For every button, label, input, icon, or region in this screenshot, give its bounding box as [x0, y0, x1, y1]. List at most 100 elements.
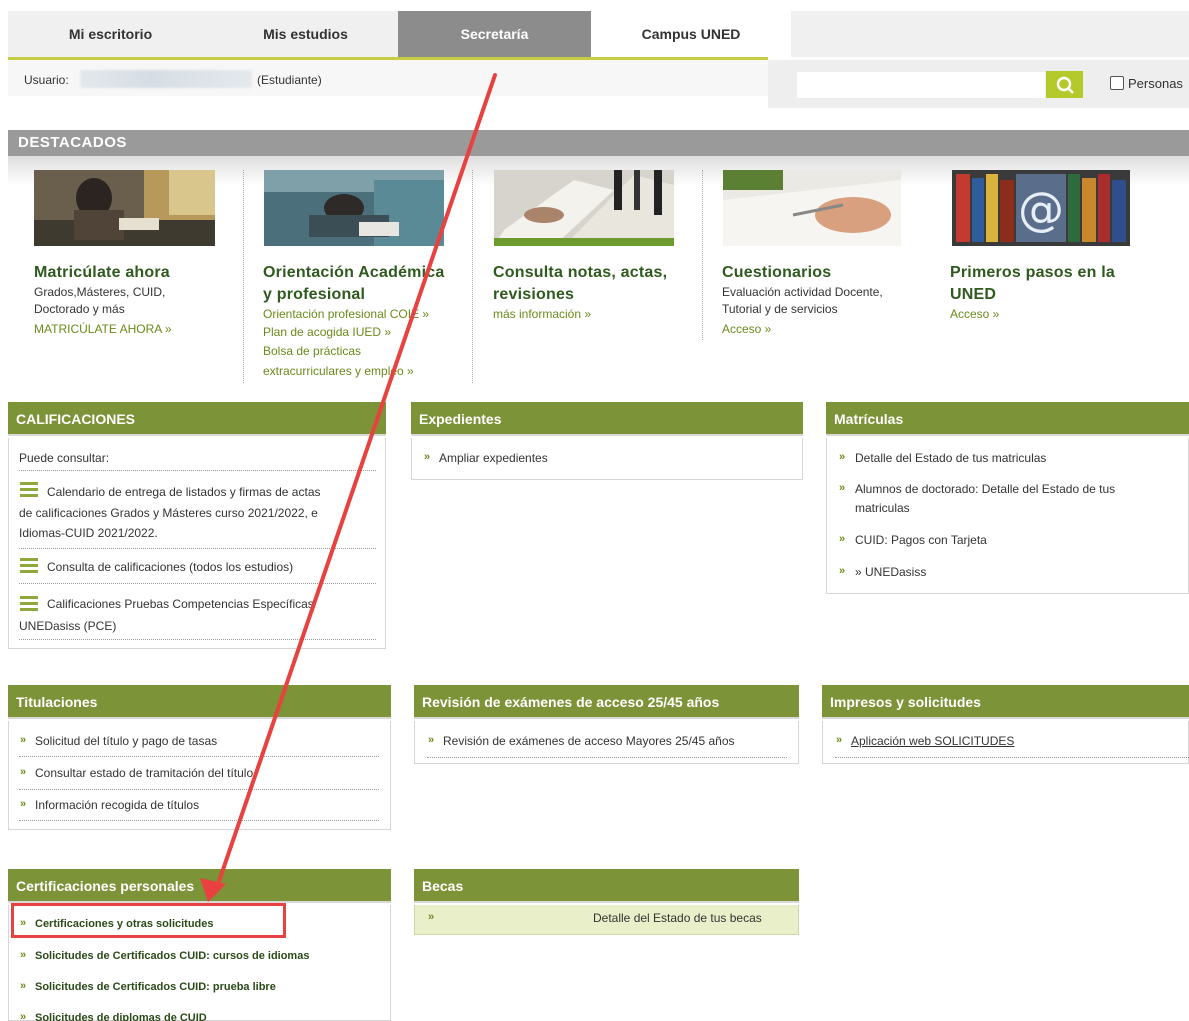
destacado-2-link-3[interactable]: Bolsa de prácticas [263, 343, 361, 360]
revision-header: Revisión de exámenes de acceso 25/45 año… [414, 685, 799, 719]
bullet-icon: » [836, 734, 843, 746]
destacado-4-sub-2: Tutorial y de servicios [722, 302, 838, 316]
calif-item-1-line-1[interactable]: Calendario de entrega de listados y firm… [47, 483, 321, 501]
list-icon [20, 482, 38, 498]
calificaciones-header: CALIFICACIONES [8, 402, 386, 436]
bullet-icon: » [20, 734, 27, 746]
notas-image[interactable] [494, 170, 674, 246]
titulaciones-item-2[interactable]: Consultar estado de tramitación del títu… [35, 764, 253, 782]
primeros-pasos-image[interactable]: @ [952, 170, 1130, 246]
destacado-4-title[interactable]: Cuestionarios [722, 262, 831, 284]
personas-checkbox-label: Personas [1128, 76, 1183, 91]
cuestionarios-image[interactable] [723, 170, 901, 246]
divider [19, 639, 376, 640]
destacado-1-title[interactable]: Matricúlate ahora [34, 262, 170, 284]
destacado-2-title-2[interactable]: y profesional [263, 284, 365, 306]
user-name-redacted [80, 70, 252, 88]
destacado-2-link-2[interactable]: Plan de acogida IUED » [263, 324, 391, 341]
search-input[interactable] [797, 72, 1045, 98]
separator [243, 170, 244, 383]
divider [427, 757, 787, 758]
certificaciones-item-3[interactable]: Solicitudes de Certificados CUID: prueba… [35, 978, 276, 996]
bullet-icon: » [839, 482, 846, 494]
destacado-1-sub-2: Doctorado y más [34, 302, 125, 316]
matriculas-item-1[interactable]: Detalle del Estado de tus matriculas [855, 449, 1046, 467]
user-role: (Estudiante) [257, 73, 322, 87]
destacado-4-link[interactable]: Acceso » [722, 321, 771, 338]
destacado-5-link[interactable]: Acceso » [950, 306, 999, 323]
destacado-2-link-1[interactable]: Orientación profesional COIE » [263, 306, 429, 323]
destacados-header: DESTACADOS [8, 130, 1189, 156]
impresos-header: Impresos y solicitudes [822, 685, 1189, 719]
user-label: Usuario: [24, 73, 69, 87]
divider [19, 548, 376, 549]
divider [19, 820, 379, 821]
matriculas-item-2-line-1[interactable]: Alumnos de doctorado: Detalle del Estado… [855, 480, 1115, 498]
list-icon [20, 596, 38, 612]
calificaciones-intro: Puede consultar: [19, 451, 110, 465]
divider [19, 756, 379, 757]
tab-mi-escritorio[interactable]: Mi escritorio [8, 11, 213, 57]
bullet-icon: » [839, 451, 846, 463]
becas-header: Becas [414, 869, 799, 903]
matriculas-item-4[interactable]: » UNEDasiss [855, 563, 926, 581]
expedientes-item[interactable]: Ampliar expedientes [439, 449, 548, 467]
search-icon [1056, 76, 1074, 94]
destacado-5-title-2[interactable]: UNED [950, 284, 996, 306]
certificaciones-item-4[interactable]: Solicitudes de diplomas de CUID [35, 1009, 207, 1021]
divider [835, 757, 1189, 758]
bullet-icon: » [20, 1011, 27, 1021]
bullet-icon: » [839, 533, 846, 545]
destacado-5-title-1[interactable]: Primeros pasos en la [950, 262, 1115, 284]
calif-item-3-line-1[interactable]: Calificaciones Pruebas Competencias Espe… [47, 595, 314, 613]
destacado-3-title-1[interactable]: Consulta notas, actas, [493, 262, 667, 284]
bullet-icon: » [424, 451, 431, 463]
calif-item-1-line-2[interactable]: de calificaciones Grados y Másteres curs… [19, 504, 318, 522]
calif-item-3-line-2[interactable]: UNEDasiss (PCE) [19, 617, 116, 635]
divider [19, 789, 379, 790]
bullet-icon: » [20, 798, 27, 810]
matriculas-item-3[interactable]: CUID: Pagos con Tarjeta [855, 531, 987, 549]
destacado-1-sub-1: Grados,Másteres, CUID, [34, 285, 166, 299]
list-icon [20, 558, 38, 574]
calif-item-1-line-3[interactable]: Idiomas-CUID 2021/2022. [19, 524, 158, 542]
tab-campus-uned[interactable]: Campus UNED [591, 11, 791, 57]
bullet-icon: » [839, 565, 846, 577]
destacado-1-link[interactable]: MATRICÚLATE AHORA » [34, 321, 172, 338]
matricula-image[interactable] [34, 170, 215, 246]
certificaciones-header: Certificaciones personales [8, 869, 391, 903]
certificaciones-item-2[interactable]: Solicitudes de Certificados CUID: cursos… [35, 947, 309, 965]
bullet-icon: » [20, 980, 27, 992]
destacado-3-link[interactable]: más información » [493, 306, 591, 323]
orientacion-image[interactable] [264, 170, 444, 246]
expedientes-header: Expedientes [411, 402, 803, 436]
titulaciones-item-1[interactable]: Solicitud del título y pago de tasas [35, 732, 217, 750]
separator [472, 170, 473, 383]
tab-secretaria[interactable]: Secretaría [398, 11, 591, 60]
titulaciones-item-3[interactable]: Información recogida de títulos [35, 796, 199, 814]
divider [19, 583, 376, 584]
matriculas-item-2-line-2[interactable]: matriculas [855, 499, 910, 517]
bullet-icon: » [20, 766, 27, 778]
bullet-icon: » [20, 949, 27, 961]
revision-item[interactable]: Revisión de exámenes de acceso Mayores 2… [443, 732, 735, 750]
highlight-box [11, 903, 286, 938]
destacado-2-link-4[interactable]: extracurriculares y empleo » [263, 363, 414, 380]
impresos-link[interactable]: Aplicación web SOLICITUDES [851, 732, 1014, 750]
becas-item[interactable]: Detalle del Estado de tus becas [593, 909, 762, 927]
titulaciones-header: Titulaciones [8, 685, 391, 719]
destacado-3-title-2[interactable]: revisiones [493, 284, 574, 306]
top-navigation: Mi escritorio Mis estudios Secretaría Ca… [8, 11, 1189, 60]
svg-text:@: @ [1018, 182, 1064, 236]
search-button[interactable] [1046, 71, 1083, 98]
divider [19, 470, 376, 471]
destacado-4-sub-1: Evaluación actividad Docente, [722, 285, 883, 299]
bullet-icon: » [428, 911, 435, 923]
calif-item-2[interactable]: Consulta de calificaciones (todos los es… [47, 558, 293, 576]
personas-checkbox[interactable] [1110, 76, 1124, 90]
bullet-icon: » [428, 734, 435, 746]
destacado-2-title-1[interactable]: Orientación Académica [263, 262, 444, 284]
separator [702, 170, 703, 340]
tab-mis-estudios[interactable]: Mis estudios [213, 11, 398, 57]
matriculas-header: Matrículas [826, 402, 1189, 436]
